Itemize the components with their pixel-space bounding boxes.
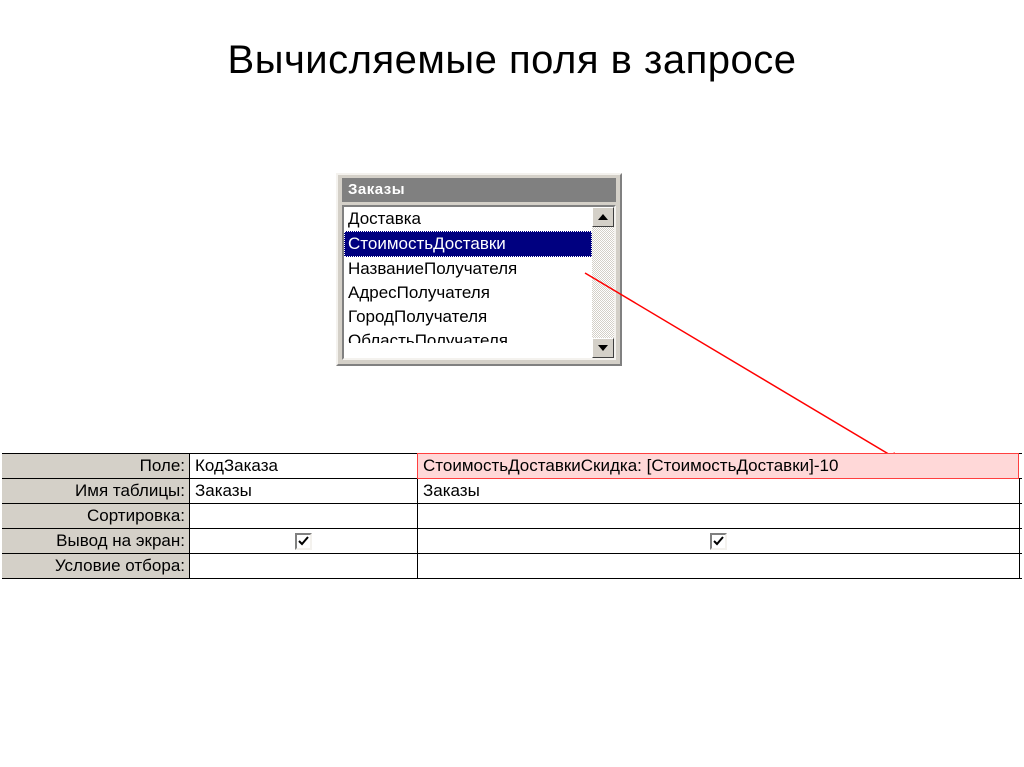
row-label-sort: Сортировка:	[2, 504, 190, 528]
field-cell[interactable]: КодЗаказа	[190, 454, 418, 478]
field-item[interactable]: Доставка	[344, 207, 592, 231]
chevron-up-icon	[598, 214, 608, 220]
field-cell-computed[interactable]: СтоимостьДоставкиСкидка: [СтоимостьДоста…	[417, 453, 1019, 479]
show-checkbox[interactable]	[295, 533, 312, 550]
scroll-down-button[interactable]	[592, 338, 614, 358]
show-checkbox[interactable]	[710, 533, 727, 550]
scroll-up-button[interactable]	[592, 207, 614, 227]
annotation-arrow	[582, 270, 922, 475]
criteria-cell[interactable]	[190, 554, 418, 578]
check-icon	[298, 536, 309, 546]
row-label-table: Имя таблицы:	[2, 479, 190, 503]
table-field-panel: Заказы Доставка СтоимостьДоставки Назван…	[336, 173, 622, 366]
field-item[interactable]: ГородПолучателя	[344, 305, 592, 329]
chevron-down-icon	[598, 345, 608, 351]
field-item-selected[interactable]: СтоимостьДоставки	[344, 231, 592, 257]
field-list[interactable]: Доставка СтоимостьДоставки НазваниеПолуч…	[342, 205, 616, 360]
sort-cell[interactable]	[190, 504, 418, 528]
check-icon	[713, 536, 724, 546]
show-cell[interactable]	[190, 529, 418, 553]
table-cell[interactable]: Заказы	[418, 479, 1020, 503]
field-item[interactable]: НазваниеПолучателя	[344, 257, 592, 281]
query-design-grid: Поле: КодЗаказа СтоимостьДоставкиСкидка:…	[2, 453, 1022, 579]
row-label-show: Вывод на экран:	[2, 529, 190, 553]
scrollbar[interactable]	[592, 207, 614, 358]
criteria-cell[interactable]	[418, 554, 1020, 578]
panel-title: Заказы	[342, 178, 616, 202]
field-item[interactable]: АдресПолучателя	[344, 281, 592, 305]
show-cell[interactable]	[418, 529, 1020, 553]
row-label-criteria: Условие отбора:	[2, 554, 190, 578]
sort-cell[interactable]	[418, 504, 1020, 528]
table-cell[interactable]: Заказы	[190, 479, 418, 503]
row-label-field: Поле:	[2, 454, 190, 478]
field-item[interactable]: ОбластьПолучателя	[344, 329, 592, 343]
slide-title: Вычисляемые поля в запросе	[0, 0, 1024, 83]
